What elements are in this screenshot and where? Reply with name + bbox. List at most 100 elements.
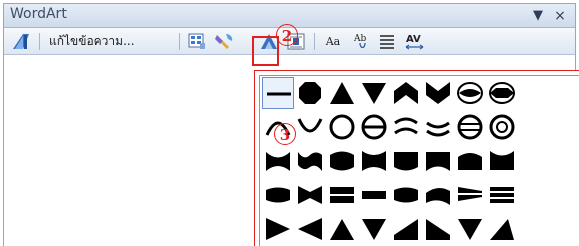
shape-deflate-inflate-icon (266, 187, 290, 203)
shape-option-inflate-top[interactable] (454, 145, 486, 177)
shape-chevron-up-2-icon (394, 219, 418, 240)
shape-double-wave1-icon (266, 152, 290, 171)
shape-fade-down-icon (426, 187, 450, 205)
shape-option-wave2[interactable] (486, 111, 518, 143)
alignment-button[interactable] (377, 31, 397, 52)
same-letter-heights-button[interactable]: Aa (322, 31, 344, 52)
shape-deflate-top-icon (490, 151, 514, 170)
shape-can-down-icon (426, 121, 450, 137)
shape-inflate-icon (330, 151, 354, 171)
shape-triangle-down-icon (362, 83, 386, 104)
shape-ring-inside-icon (457, 82, 483, 104)
shape-option-double-wave2[interactable] (294, 145, 326, 177)
shape-slant-up-icon (458, 187, 482, 201)
step-marker-3: 3 (274, 123, 296, 145)
shape-option-chevron-up-2[interactable] (390, 213, 422, 245)
vertical-text-glyph: Ab (353, 34, 366, 44)
format-paint-icon (215, 34, 233, 49)
gallery-icon (188, 33, 205, 49)
shape-curve-down-icon (490, 219, 514, 240)
vertical-text-button[interactable]: Ab (351, 31, 371, 52)
vertical-text-icon: Ab (353, 34, 366, 49)
shape-option-triangle-up[interactable] (326, 77, 358, 109)
shape-inflate-bottom-icon (394, 152, 418, 171)
align-icon (380, 35, 394, 49)
shape-stop-icon (299, 82, 321, 104)
shape-wave2-icon (489, 114, 515, 140)
wordart-gallery-button[interactable] (187, 31, 207, 52)
shape-wave1-icon (457, 114, 483, 140)
shape-slant-down-icon (490, 187, 514, 203)
step-marker-2: 2 (276, 24, 298, 46)
shape-button-icon (361, 114, 387, 140)
shape-option-inflate[interactable] (326, 145, 358, 177)
shape-circle-icon (329, 114, 355, 140)
insert-wordart-icon (13, 34, 29, 49)
character-spacing-button[interactable]: AV (403, 31, 427, 52)
shape-double-wave2-icon (298, 152, 322, 171)
character-spacing-glyph: AV (406, 34, 421, 45)
shape-option-deflate-bottom[interactable] (422, 145, 454, 177)
shape-fade-up-icon (394, 187, 418, 203)
shape-inflate-top-icon (458, 153, 482, 170)
shape-triangle-up-2-icon (330, 219, 354, 240)
shape-option-cascade-down[interactable] (294, 213, 326, 245)
shape-fade-left-icon (362, 191, 386, 199)
toolbar-options-dropdown-icon[interactable]: ▼ (530, 8, 546, 24)
step-marker-number: 2 (281, 27, 293, 45)
shape-option-cascade-up[interactable] (262, 213, 294, 245)
insert-wordart-button[interactable] (10, 31, 32, 52)
shape-ring-outside-icon (489, 82, 515, 104)
shape-option-wave1[interactable] (454, 111, 486, 143)
shape-can-up-icon (394, 117, 418, 135)
shape-option-curve-up[interactable] (454, 213, 486, 245)
shape-option-double-wave1[interactable] (262, 145, 294, 177)
wordart-shape-gallery (254, 70, 579, 246)
shape-option-chevron-up[interactable] (390, 77, 422, 109)
shape-option-fade-up[interactable] (390, 179, 422, 211)
shape-option-slant-down[interactable] (486, 179, 518, 211)
shape-option-can-down[interactable] (422, 111, 454, 143)
shape-option-inflate-bottom[interactable] (390, 145, 422, 177)
shape-triangle-up-icon (330, 82, 354, 104)
edit-text-button[interactable]: แก้ไขข้อความ... (49, 31, 135, 52)
shape-option-triangle-down[interactable] (358, 77, 390, 109)
shape-triangle-down-2-icon (362, 219, 386, 240)
shape-cascade-up-icon (266, 218, 290, 240)
toolbar-separator (314, 33, 315, 50)
shape-option-triangle-up-2[interactable] (326, 213, 358, 245)
shape-option-stop[interactable] (294, 77, 326, 109)
shape-deflate-icon (362, 151, 386, 171)
shape-chevron-down-icon (426, 82, 450, 104)
step-marker-number: 3 (279, 126, 291, 144)
shape-option-fade-down[interactable] (422, 179, 454, 211)
shape-gallery-grid (259, 75, 579, 246)
shape-option-ring-inside[interactable] (454, 77, 486, 109)
shape-option-chevron-down[interactable] (422, 77, 454, 109)
shape-option-can-up[interactable] (390, 111, 422, 143)
shape-option-curve-down[interactable] (486, 213, 518, 245)
shape-option-deflate-inflate-deflate[interactable] (294, 179, 326, 211)
shape-cascade-down-icon (298, 218, 322, 240)
shape-option-button[interactable] (358, 111, 390, 143)
shape-option-fade-right[interactable] (326, 179, 358, 211)
shape-chevron-down-2-icon (426, 219, 450, 240)
shape-option-circle[interactable] (326, 111, 358, 143)
toolbar-separator (39, 33, 40, 50)
shape-option-deflate[interactable] (358, 145, 390, 177)
shape-option-ring-outside[interactable] (486, 77, 518, 109)
shape-option-deflate-inflate[interactable] (262, 179, 294, 211)
shape-option-arch-down[interactable] (294, 111, 326, 143)
shape-option-plain-text[interactable] (262, 77, 294, 109)
shape-option-triangle-down-2[interactable] (358, 213, 390, 245)
shape-deflate-bottom-icon (426, 152, 450, 171)
shape-option-slant-up[interactable] (454, 179, 486, 211)
shape-option-deflate-top[interactable] (486, 145, 518, 177)
shape-option-chevron-down-2[interactable] (422, 213, 454, 245)
format-wordart-button[interactable] (213, 31, 235, 52)
shape-option-fade-left[interactable] (358, 179, 390, 211)
shape-arch-down-icon (297, 118, 323, 133)
toolbar-separator (179, 33, 180, 50)
shape-deflate-inflate-deflate-icon (298, 186, 322, 204)
close-icon[interactable]: × (552, 8, 568, 24)
